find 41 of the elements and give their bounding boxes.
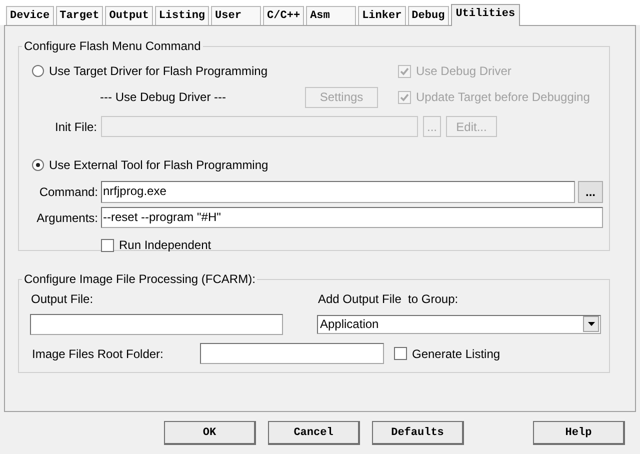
dialog-button[interactable]: OK [164,421,256,445]
input-field[interactable] [200,343,384,364]
tab[interactable]: C/C++ [263,6,304,25]
tab[interactable]: Output [105,6,153,25]
tab[interactable]: Asm [306,6,356,25]
radio-button[interactable] [32,65,44,77]
tab[interactable]: Debug [408,6,449,25]
tab[interactable]: Device [6,6,54,25]
tab[interactable]: Linker [358,6,406,25]
dropdown-value: Application [320,317,379,331]
field-label: Arguments: [36,210,98,224]
radio-label: Use External Tool for Flash Programming [49,158,268,172]
checkbox[interactable] [394,347,407,360]
tab[interactable]: User [211,6,262,25]
field-label: Output File: [31,292,94,306]
tab[interactable]: Listing [154,6,210,25]
dialog-button[interactable]: Defaults [372,421,464,445]
checkbox-label: Use Debug Driver [416,64,512,78]
tab[interactable]: Utilities [450,4,520,26]
caret-icon[interactable] [583,316,599,332]
checkbox[interactable] [101,238,114,252]
group-title: Configure Flash Menu Command [23,39,202,53]
tab[interactable]: Target [56,6,104,25]
field-label: Init File: [54,120,97,134]
group-title: Configure Image File Processing (FCARM): [23,272,256,286]
field-label: Image Files Root Folder: [32,346,164,360]
checkbox-label: Generate Listing [412,346,500,360]
input-field[interactable]: nrfjprog.exe [101,181,575,203]
dialog-button[interactable]: Help [533,421,625,445]
checkbox-label: Update Target before Debugging [416,90,590,104]
dialog-button[interactable]: Cancel [268,421,360,445]
input-field[interactable] [30,314,283,334]
field-label: Add Output File to Group: [318,292,458,306]
browse-button[interactable]: ... [578,181,603,203]
driver-label: --- Use Debug Driver --- [100,90,228,104]
field-label: Command: [38,185,98,199]
input-field[interactable]: --reset --program "#H" [101,207,603,228]
radio-label: Use Target Driver for Flash Programming [49,64,268,78]
radio-button[interactable] [32,159,44,171]
checkbox-label: Run Independent [119,238,212,252]
group-dropdown[interactable]: Application [317,314,601,334]
